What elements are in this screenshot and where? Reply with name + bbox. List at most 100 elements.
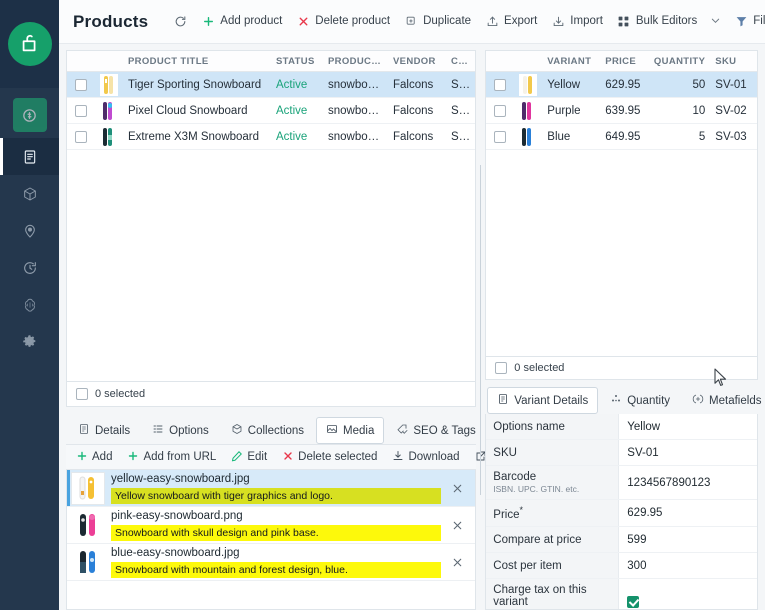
col-quantity[interactable]: QUANTITY [648,56,710,67]
sidebar-item-dashboard[interactable] [0,92,59,138]
cell-price: 649.95 [605,130,641,143]
row-checkbox[interactable] [486,78,514,91]
content-split: PRODUCT TITLE STATUS PRODUCT TYP VENDOR … [59,44,765,610]
cell-vendor: Falcons [393,104,434,117]
delete-product-button[interactable]: Delete product [289,11,397,33]
sidebar-item-inventory[interactable] [0,175,59,212]
tab-options[interactable]: Options [142,417,219,444]
app-logo[interactable] [0,0,59,88]
compare-at-price-value[interactable]: 599 [619,527,757,552]
row-checkbox[interactable] [67,104,95,117]
col-variant[interactable]: VARIANT [542,56,600,67]
cell-price: 639.95 [605,104,641,117]
col-price[interactable]: PRICE [600,56,648,67]
col-product-title[interactable]: PRODUCT TITLE [123,56,271,67]
price-value[interactable]: 629.95 [619,500,757,526]
media-item-texts: yellow-easy-snowboard.jpg Yellow snowboa… [105,472,441,504]
chevron-down-icon[interactable] [704,15,727,28]
table-row[interactable]: Pixel Cloud Snowboard Active snowboard F… [67,98,475,124]
charge-tax-checkbox[interactable] [627,595,640,608]
export-button[interactable]: Export [478,11,544,33]
list-item[interactable]: pink-easy-snowboard.png Snowboard with s… [67,507,475,544]
sidebar-item-history[interactable] [0,249,59,286]
import-icon [551,15,565,29]
media-yellow-snowboard-thumb [71,471,105,505]
plus-icon [76,450,88,465]
tab-variant-details-label: Variant Details [514,394,589,407]
media-download-button[interactable]: Download [386,447,465,468]
sku-value[interactable]: SV-01 [619,440,757,466]
table-row[interactable]: Extreme X3M Snowboard Active snowboard F… [67,124,475,150]
media-add-from-url-button[interactable]: Add from URL [121,447,222,468]
required-marker: * [519,505,523,516]
add-product-button[interactable]: Add product [194,11,289,33]
import-button[interactable]: Import [544,11,610,33]
barcode-value[interactable]: 1234567890123 [619,466,757,499]
row-checkbox[interactable] [486,130,514,143]
bulk-editors-button[interactable]: Bulk Editors [610,11,704,33]
tab-details[interactable]: Details [68,417,140,444]
tab-collections[interactable]: Collections [221,417,314,444]
col-product-type[interactable]: PRODUCT TYP [323,56,388,67]
media-filename: yellow-easy-snowboard.jpg [111,473,250,485]
charge-tax-value [619,579,757,609]
media-edit-button[interactable]: Edit [225,447,273,468]
media-delete-selected-button[interactable]: Delete selected [276,447,383,468]
close-icon[interactable] [441,482,475,495]
media-actionbar: Add Add from URL Edit Delete selected Do… [66,444,545,470]
sidebar-item-products[interactable] [0,138,59,175]
tab-seo-tags[interactable]: SEO & Tags [386,417,485,444]
cost-per-item-value[interactable]: 300 [619,553,757,578]
close-icon[interactable] [441,556,475,569]
sidebar-item-settings[interactable] [0,323,59,360]
list-item[interactable]: yellow-easy-snowboard.jpg Yellow snowboa… [67,470,475,507]
variant-details-form: Options name Yellow SKU SV-01 Barcode IS… [485,414,758,610]
cell-quantity: 10 [692,104,706,117]
sidebar-item-ai[interactable] [0,286,59,323]
tab-quantity[interactable]: Quantity [600,387,680,414]
table-row[interactable]: Purple 639.95 10 SV-02 [486,98,757,124]
variant-purple-thumb [514,100,542,122]
variants-selected-count: 0 selected [514,361,565,374]
select-all-checkbox[interactable] [76,388,88,400]
main-area: Products Add product Delete product Dupl… [59,0,765,610]
row-checkbox[interactable] [486,104,514,117]
pane-splitter[interactable] [476,50,486,610]
refresh-button[interactable] [166,11,194,33]
media-description[interactable]: Snowboard with mountain and forest desig… [111,562,441,578]
options-name-value[interactable]: Yellow [619,414,757,440]
row-checkbox[interactable] [67,78,95,91]
list-icon [152,423,164,438]
media-add-button[interactable]: Add [70,447,118,468]
table-row[interactable]: Tiger Sporting Snowboard Active snowboar… [67,72,475,98]
sidebar-item-locations[interactable] [0,212,59,249]
media-description[interactable]: Yellow snowboard with tiger graphics and… [111,488,441,504]
table-row[interactable]: Yellow 629.95 50 SV-01 [486,72,757,98]
list-item[interactable]: blue-easy-snowboard.jpg Snowboard with m… [67,544,475,581]
add-product-label: Add product [220,14,283,27]
col-category[interactable]: CATEGORY [446,56,475,67]
table-row[interactable]: Blue 649.95 5 SV-03 [486,124,757,150]
cell-variant: Blue [547,130,571,143]
media-description[interactable]: Snowboard with skull design and pink bas… [111,525,441,541]
duplicate-button[interactable]: Duplicate [397,11,478,33]
tab-variant-metafields[interactable]: Metafields [682,387,765,414]
col-vendor[interactable]: VENDOR [388,56,446,67]
options-name-field: Options name Yellow [486,414,757,441]
circle-dollar-icon [12,98,47,132]
col-sku[interactable]: SKU [710,56,757,67]
row-checkbox[interactable] [67,130,95,143]
bulk-editors-label: Bulk Editors [635,14,698,27]
cell-sku: SV-03 [715,130,747,143]
status-badge: Active [276,78,308,91]
duplicate-label: Duplicate [423,14,472,27]
filter-button[interactable]: Filter [727,11,765,33]
close-icon[interactable] [441,519,475,532]
tab-variant-details[interactable]: Variant Details [487,387,599,415]
document-list-icon [22,149,38,165]
variant-select-all-checkbox[interactable] [495,361,508,374]
tab-media[interactable]: Media [316,417,385,444]
media-blue-snowboard-thumb [71,546,105,579]
media-item-texts: pink-easy-snowboard.png Snowboard with s… [105,509,441,541]
col-status[interactable]: STATUS [271,56,323,67]
